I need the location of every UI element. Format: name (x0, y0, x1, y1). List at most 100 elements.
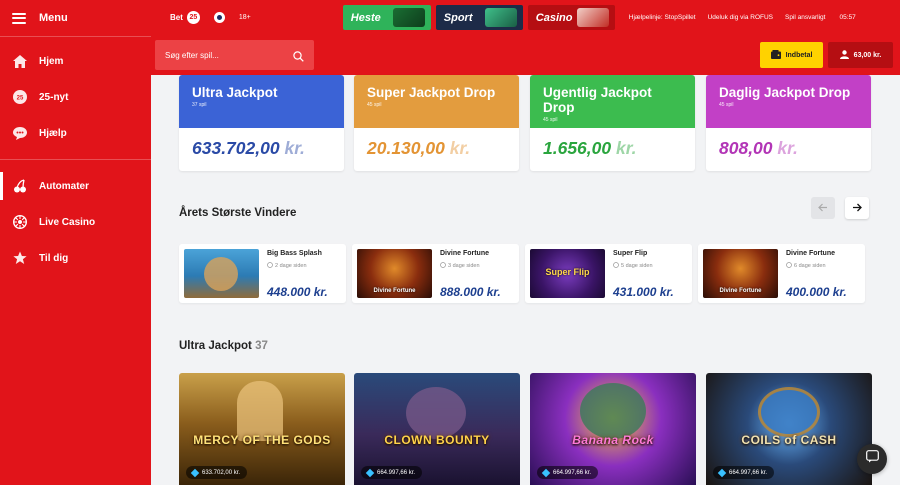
license-seal-icon[interactable] (213, 12, 225, 23)
winner-amount: 448.000 kr. (267, 285, 328, 299)
brand-logo[interactable]: Bet 25 (170, 11, 200, 24)
menu-title: Menu (39, 12, 68, 24)
diamond-icon (717, 468, 727, 477)
link-stopspillet[interactable]: Hjælpelinje: StopSpillet (629, 14, 696, 21)
winners-next-button[interactable] (845, 197, 869, 219)
chat-button[interactable] (857, 444, 887, 474)
jackpot-game-count: 45 spil (719, 102, 734, 108)
jackpot-cards: Ultra Jackpot 37 spil 633.702,00 kr. Sup… (179, 75, 871, 171)
sidebar-item-label: Automater (39, 180, 90, 192)
game-tile-coils-of-cash[interactable]: COILS of CASH 664.997,66 kr. (706, 373, 872, 485)
section-title-text: Ultra Jackpot (179, 340, 252, 352)
sidebar-item-hjaelp[interactable]: Hjælp (0, 115, 151, 151)
winner-time-label: 3 dage siden (448, 263, 480, 269)
svg-text:25: 25 (16, 96, 23, 102)
menu-toggle[interactable]: Menu (0, 0, 151, 37)
sidebar: Menu Hjem 25 25-nyt Hjælp Automater Live… (0, 0, 151, 485)
product-casino-button[interactable]: Casino (527, 5, 615, 30)
game-art (758, 387, 820, 437)
game-art (406, 387, 466, 439)
winner-card[interactable]: Divine Fortune Divine Fortune 3 dage sid… (352, 244, 519, 303)
winner-time: 3 dage siden (440, 262, 480, 270)
game-thumbnail-divine-fortune: Divine Fortune (357, 249, 432, 298)
jackpot-card-ultra[interactable]: Ultra Jackpot 37 spil 633.702,00 kr. (179, 75, 344, 171)
jackpot-title: Ugentlig Jackpot Drop (543, 85, 652, 115)
game-art (237, 381, 283, 441)
jackpot-card-super[interactable]: Super Jackpot Drop 45 spil 20.130,00 kr. (354, 75, 519, 171)
clock-icon (613, 262, 619, 270)
deposit-button[interactable]: Indbetal (760, 42, 823, 68)
jackpot-title: Daglig Jackpot Drop (719, 85, 851, 100)
sidebar-item-live-casino[interactable]: Live Casino (0, 204, 151, 240)
winner-time-label: 5 dage siden (621, 263, 653, 269)
jackpot-value: 633.702,00 (192, 138, 280, 158)
sidebar-item-25-nyt[interactable]: 25 25-nyt (0, 79, 151, 115)
winner-card[interactable]: Super Flip Super Flip 5 dage siden 431.0… (525, 244, 692, 303)
product-heste-button[interactable]: Heste (342, 5, 431, 30)
sidebar-item-label: 25-nyt (39, 91, 69, 103)
game-title: CLOWN BOUNTY (384, 433, 490, 447)
search-input[interactable] (165, 50, 285, 60)
jackpot-value: 808,00 (719, 138, 773, 158)
jackpot-card-daglig[interactable]: Daglig Jackpot Drop 45 spil 808,00 kr. (706, 75, 871, 171)
winner-game-name: Divine Fortune (786, 250, 836, 257)
link-rofus[interactable]: Udeluk dig via ROFUS (708, 14, 773, 21)
diamond-icon (365, 468, 375, 477)
sidebar-item-label: Hjælp (39, 127, 67, 139)
jackpot-badge-value: 664.997,66 kr. (553, 469, 592, 476)
cherry-icon (12, 179, 27, 194)
winner-amount: 888.000 kr. (440, 285, 501, 299)
brand-name: Bet (170, 13, 183, 22)
news-icon: 25 (12, 90, 27, 105)
winner-game-name: Divine Fortune (440, 250, 490, 257)
game-thumbnail-super-flip: Super Flip (530, 249, 605, 298)
winner-amount: 431.000 kr. (613, 285, 674, 299)
game-tile-clown-bounty[interactable]: CLOWN BOUNTY 664.997,66 kr. (354, 373, 520, 485)
search-icon[interactable] (293, 49, 304, 67)
game-title: MERCY OF THE GODS (193, 433, 331, 447)
jackpot-badge: 664.997,66 kr. (361, 466, 423, 479)
jackpot-game-count: 37 spil (192, 102, 207, 108)
deposit-label: Indbetal (785, 51, 813, 59)
link-spil-ansvarligt[interactable]: Spil ansvarligt (785, 14, 825, 21)
search-box[interactable] (155, 40, 314, 70)
casino-host-image (576, 8, 609, 27)
game-title: Banana Rock (572, 433, 654, 447)
diamond-icon (190, 468, 200, 477)
winner-card[interactable]: Divine Fortune Divine Fortune 6 dage sid… (698, 244, 865, 303)
sidebar-item-hjem[interactable]: Hjem (0, 43, 151, 79)
game-tile-mercy-of-the-gods[interactable]: MERCY OF THE GODS 633.702,00 kr. (179, 373, 345, 485)
wallet-icon (770, 49, 781, 61)
jackpot-header: Daglig Jackpot Drop 45 spil (706, 75, 871, 128)
jackpot-currency: kr. (449, 138, 471, 158)
game-thumbnail-big-bass-splash (184, 249, 259, 298)
jackpot-game-count: 45 spil (543, 117, 558, 123)
game-tile-banana-rock[interactable]: Banana Rock 664.997,66 kr. (530, 373, 696, 485)
winner-card[interactable]: Big Bass Splash 2 dage siden 448.000 kr. (179, 244, 346, 303)
jackpot-header: Ultra Jackpot 37 spil (179, 75, 344, 128)
winner-game-name: Super Flip (613, 250, 648, 257)
sidebar-item-label: Hjem (39, 55, 64, 67)
arrow-left-icon (818, 199, 828, 217)
jackpot-game-count: 45 spil (367, 102, 382, 108)
winners-prev-button[interactable] (811, 197, 835, 219)
search-bar-row: Indbetal 63,00 kr. (151, 35, 900, 75)
balance-button[interactable]: 63,00 kr. (828, 42, 893, 68)
brand-badge: 25 (186, 11, 200, 24)
winner-game-name: Big Bass Splash (267, 250, 322, 257)
product-sport-button[interactable]: Sport (435, 5, 523, 30)
sidebar-item-automater[interactable]: Automater (0, 168, 151, 204)
balance-amount: 63,00 kr. (853, 51, 882, 59)
responsible-gaming-links: Hjælpelinje: StopSpillet Udeluk dig via … (629, 14, 826, 21)
jackpot-card-ugentlig[interactable]: Ugentlig Jackpot Drop 45 spil 1.656,00 k… (530, 75, 695, 171)
product-label: Casino (535, 11, 573, 24)
user-icon (839, 49, 849, 61)
chat-icon (865, 450, 879, 468)
product-label: Heste (350, 11, 381, 24)
sidebar-item-til-dig[interactable]: Til dig (0, 240, 151, 276)
ultra-jackpot-section-title: Ultra Jackpot 37 (179, 340, 268, 352)
jackpot-badge-value: 633.702,00 kr. (202, 469, 241, 476)
jackpot-badge-value: 664.997,66 kr. (729, 469, 768, 476)
age-limit: 18+ (238, 14, 251, 21)
clock-icon (440, 262, 446, 270)
